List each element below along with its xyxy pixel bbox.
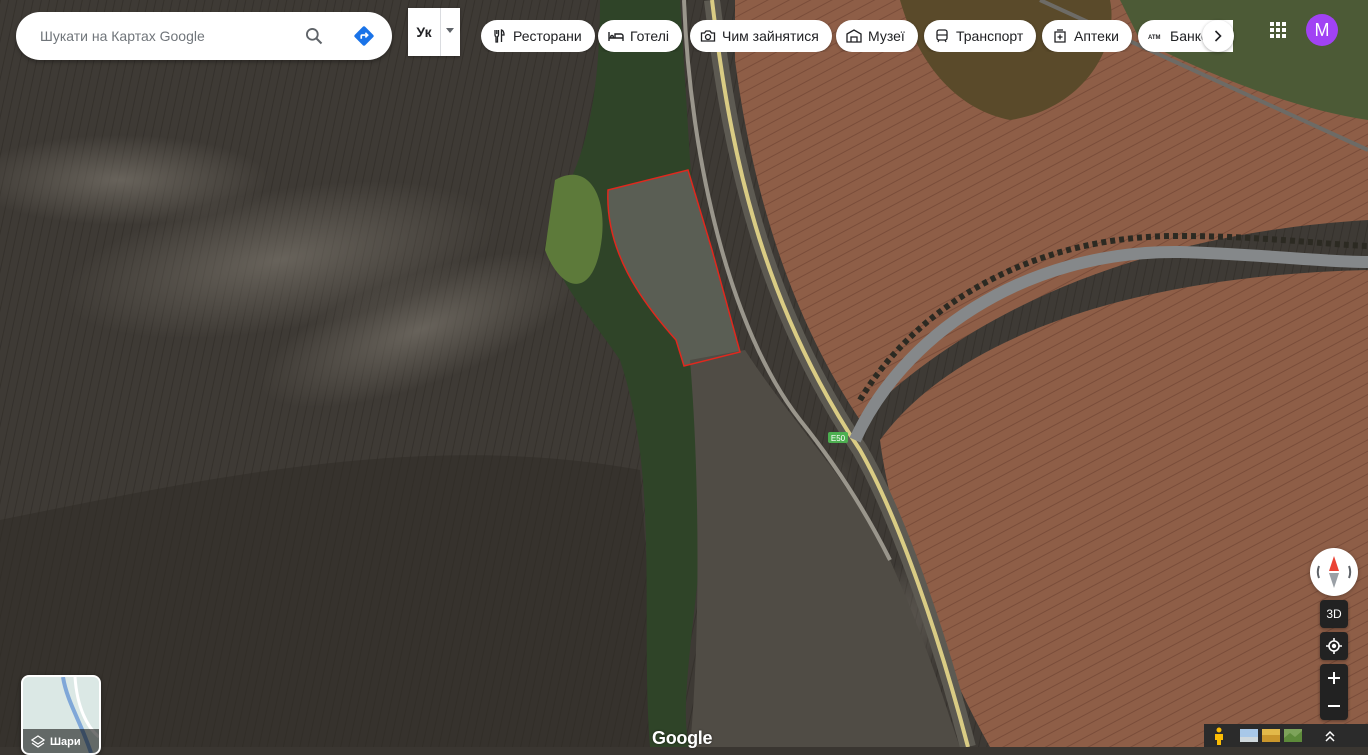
chip-hotels[interactable]: Готелі	[598, 20, 682, 52]
chips-next-button[interactable]	[1202, 20, 1234, 52]
search-icon	[306, 28, 323, 45]
pharmacy-icon	[1052, 28, 1068, 44]
directions-button[interactable]	[348, 20, 380, 52]
chevron-down-icon	[446, 28, 454, 33]
svg-text:ATM: ATM	[1148, 35, 1161, 41]
search-box	[16, 12, 392, 60]
imagery-thumbnail-1[interactable]	[1240, 729, 1258, 742]
chip-label: Музеї	[868, 28, 905, 44]
hotel-icon	[608, 28, 624, 44]
road-label: E50	[831, 434, 846, 443]
language-label: Ук	[416, 24, 432, 40]
street-view-pegman[interactable]	[1204, 724, 1234, 747]
pegman-icon	[1215, 727, 1223, 745]
chip-label: Ресторани	[513, 28, 582, 44]
chip-label: Транспорт	[956, 28, 1024, 44]
minus-icon	[1328, 705, 1340, 707]
museum-icon	[846, 28, 862, 44]
zoom-controls	[1320, 664, 1348, 720]
location-icon	[1326, 638, 1342, 654]
zoom-in-button[interactable]	[1320, 664, 1348, 692]
google-logo: Google	[652, 728, 713, 748]
layers-label: Шари	[50, 736, 81, 748]
chip-museums[interactable]: Музеї	[836, 20, 918, 52]
plus-icon	[1328, 672, 1340, 684]
chevron-double-up-icon	[1325, 730, 1335, 742]
transit-icon	[934, 28, 950, 44]
satellite-map[interactable]: E50	[0, 0, 1368, 747]
account-avatar[interactable]: M	[1306, 14, 1338, 46]
apps-grid-icon[interactable]	[1266, 18, 1290, 42]
chip-restaurants[interactable]: Ресторани	[481, 20, 595, 52]
zoom-out-button[interactable]	[1320, 692, 1348, 720]
expand-imagery-button[interactable]	[1320, 724, 1340, 747]
chip-transit[interactable]: Транспорт	[924, 20, 1037, 52]
chip-label: Чим зайнятися	[722, 28, 819, 44]
chip-pharmacies[interactable]: Аптеки	[1042, 20, 1132, 52]
3d-toggle-button[interactable]: 3D	[1320, 600, 1348, 628]
chip-label: Готелі	[630, 28, 669, 44]
imagery-thumbnail-2[interactable]	[1262, 729, 1280, 742]
chip-label: Аптеки	[1074, 28, 1119, 44]
chip-things-to-do[interactable]: Чим зайнятися	[690, 20, 832, 52]
language-selector[interactable]: Ук	[408, 8, 460, 56]
layers-button[interactable]: Шари	[21, 675, 101, 755]
imagery-thumbnail-3[interactable]	[1284, 729, 1302, 742]
language-dropdown[interactable]	[440, 8, 459, 56]
search-button[interactable]	[298, 20, 330, 52]
category-chips: Ресторани Готелі Чим зайнятися Музеї Тра…	[481, 20, 1233, 52]
compass-icon	[1316, 556, 1352, 588]
imagery-bar	[1204, 724, 1368, 747]
chevron-right-icon	[1214, 30, 1222, 42]
directions-icon	[354, 26, 374, 46]
search-input[interactable]	[40, 12, 290, 60]
my-location-button[interactable]	[1320, 632, 1348, 660]
camera-icon	[700, 28, 716, 44]
compass-control[interactable]	[1310, 548, 1358, 596]
restaurant-icon	[491, 28, 507, 44]
atm-icon: ATM	[1148, 28, 1164, 44]
